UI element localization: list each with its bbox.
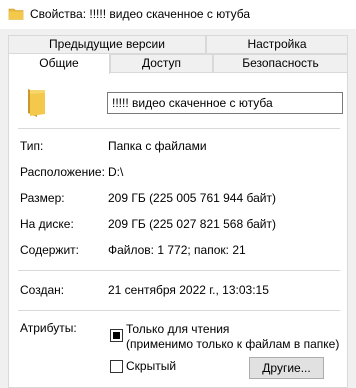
created-value: 21 сентября 2022 г., 13:03:15 — [108, 283, 269, 297]
tab-previous-versions[interactable]: Предыдущие версии — [8, 35, 206, 54]
contains-label: Содержит: — [20, 243, 79, 257]
other-attributes-button[interactable]: Другие... — [249, 357, 324, 379]
tab-sharing[interactable]: Доступ — [110, 54, 213, 73]
type-label: Тип: — [20, 139, 44, 153]
tab-strip: Предыдущие версии Настройка Общие Доступ… — [0, 29, 356, 74]
location-label: Расположение: — [20, 165, 105, 179]
indeterminate-mark — [113, 332, 120, 339]
tab-customize[interactable]: Настройка — [206, 35, 348, 54]
location-value: D:\ — [108, 165, 124, 179]
attributes-label: Атрибуты: — [20, 321, 77, 335]
readonly-note: (применимо только к файлам в папке) — [126, 337, 340, 351]
properties-window: Свойства: !!!!! видео скаченное с ютуба … — [0, 0, 356, 388]
readonly-label[interactable]: Только для чтения — [126, 322, 229, 336]
separator — [18, 310, 340, 311]
window-title: Свойства: !!!!! видео скаченное с ютуба — [30, 7, 251, 21]
size-value: 209 ГБ (225 005 761 944 байт) — [108, 191, 276, 205]
hidden-checkbox[interactable] — [110, 360, 123, 373]
size-label: Размер: — [20, 191, 65, 205]
disk-size-label: На диске: — [20, 217, 74, 231]
separator — [18, 128, 340, 129]
tab-general[interactable]: Общие — [8, 53, 110, 74]
folder-icon — [8, 8, 24, 20]
tab-security[interactable]: Безопасность — [213, 54, 348, 73]
separator — [18, 270, 340, 271]
readonly-checkbox[interactable] — [110, 329, 123, 342]
hidden-label[interactable]: Скрытый — [126, 359, 176, 373]
contains-value: Файлов: 1 772; папок: 21 — [108, 243, 246, 257]
title-bar[interactable]: Свойства: !!!!! видео скаченное с ютуба — [0, 0, 356, 29]
type-value: Папка с файлами — [108, 139, 207, 153]
disk-size-value: 209 ГБ (225 027 821 568 байт) — [108, 217, 276, 231]
folder-name-input[interactable]: !!!!! видео скаченное с ютуба — [107, 92, 343, 114]
folder-icon — [28, 89, 45, 117]
created-label: Создан: — [20, 283, 65, 297]
